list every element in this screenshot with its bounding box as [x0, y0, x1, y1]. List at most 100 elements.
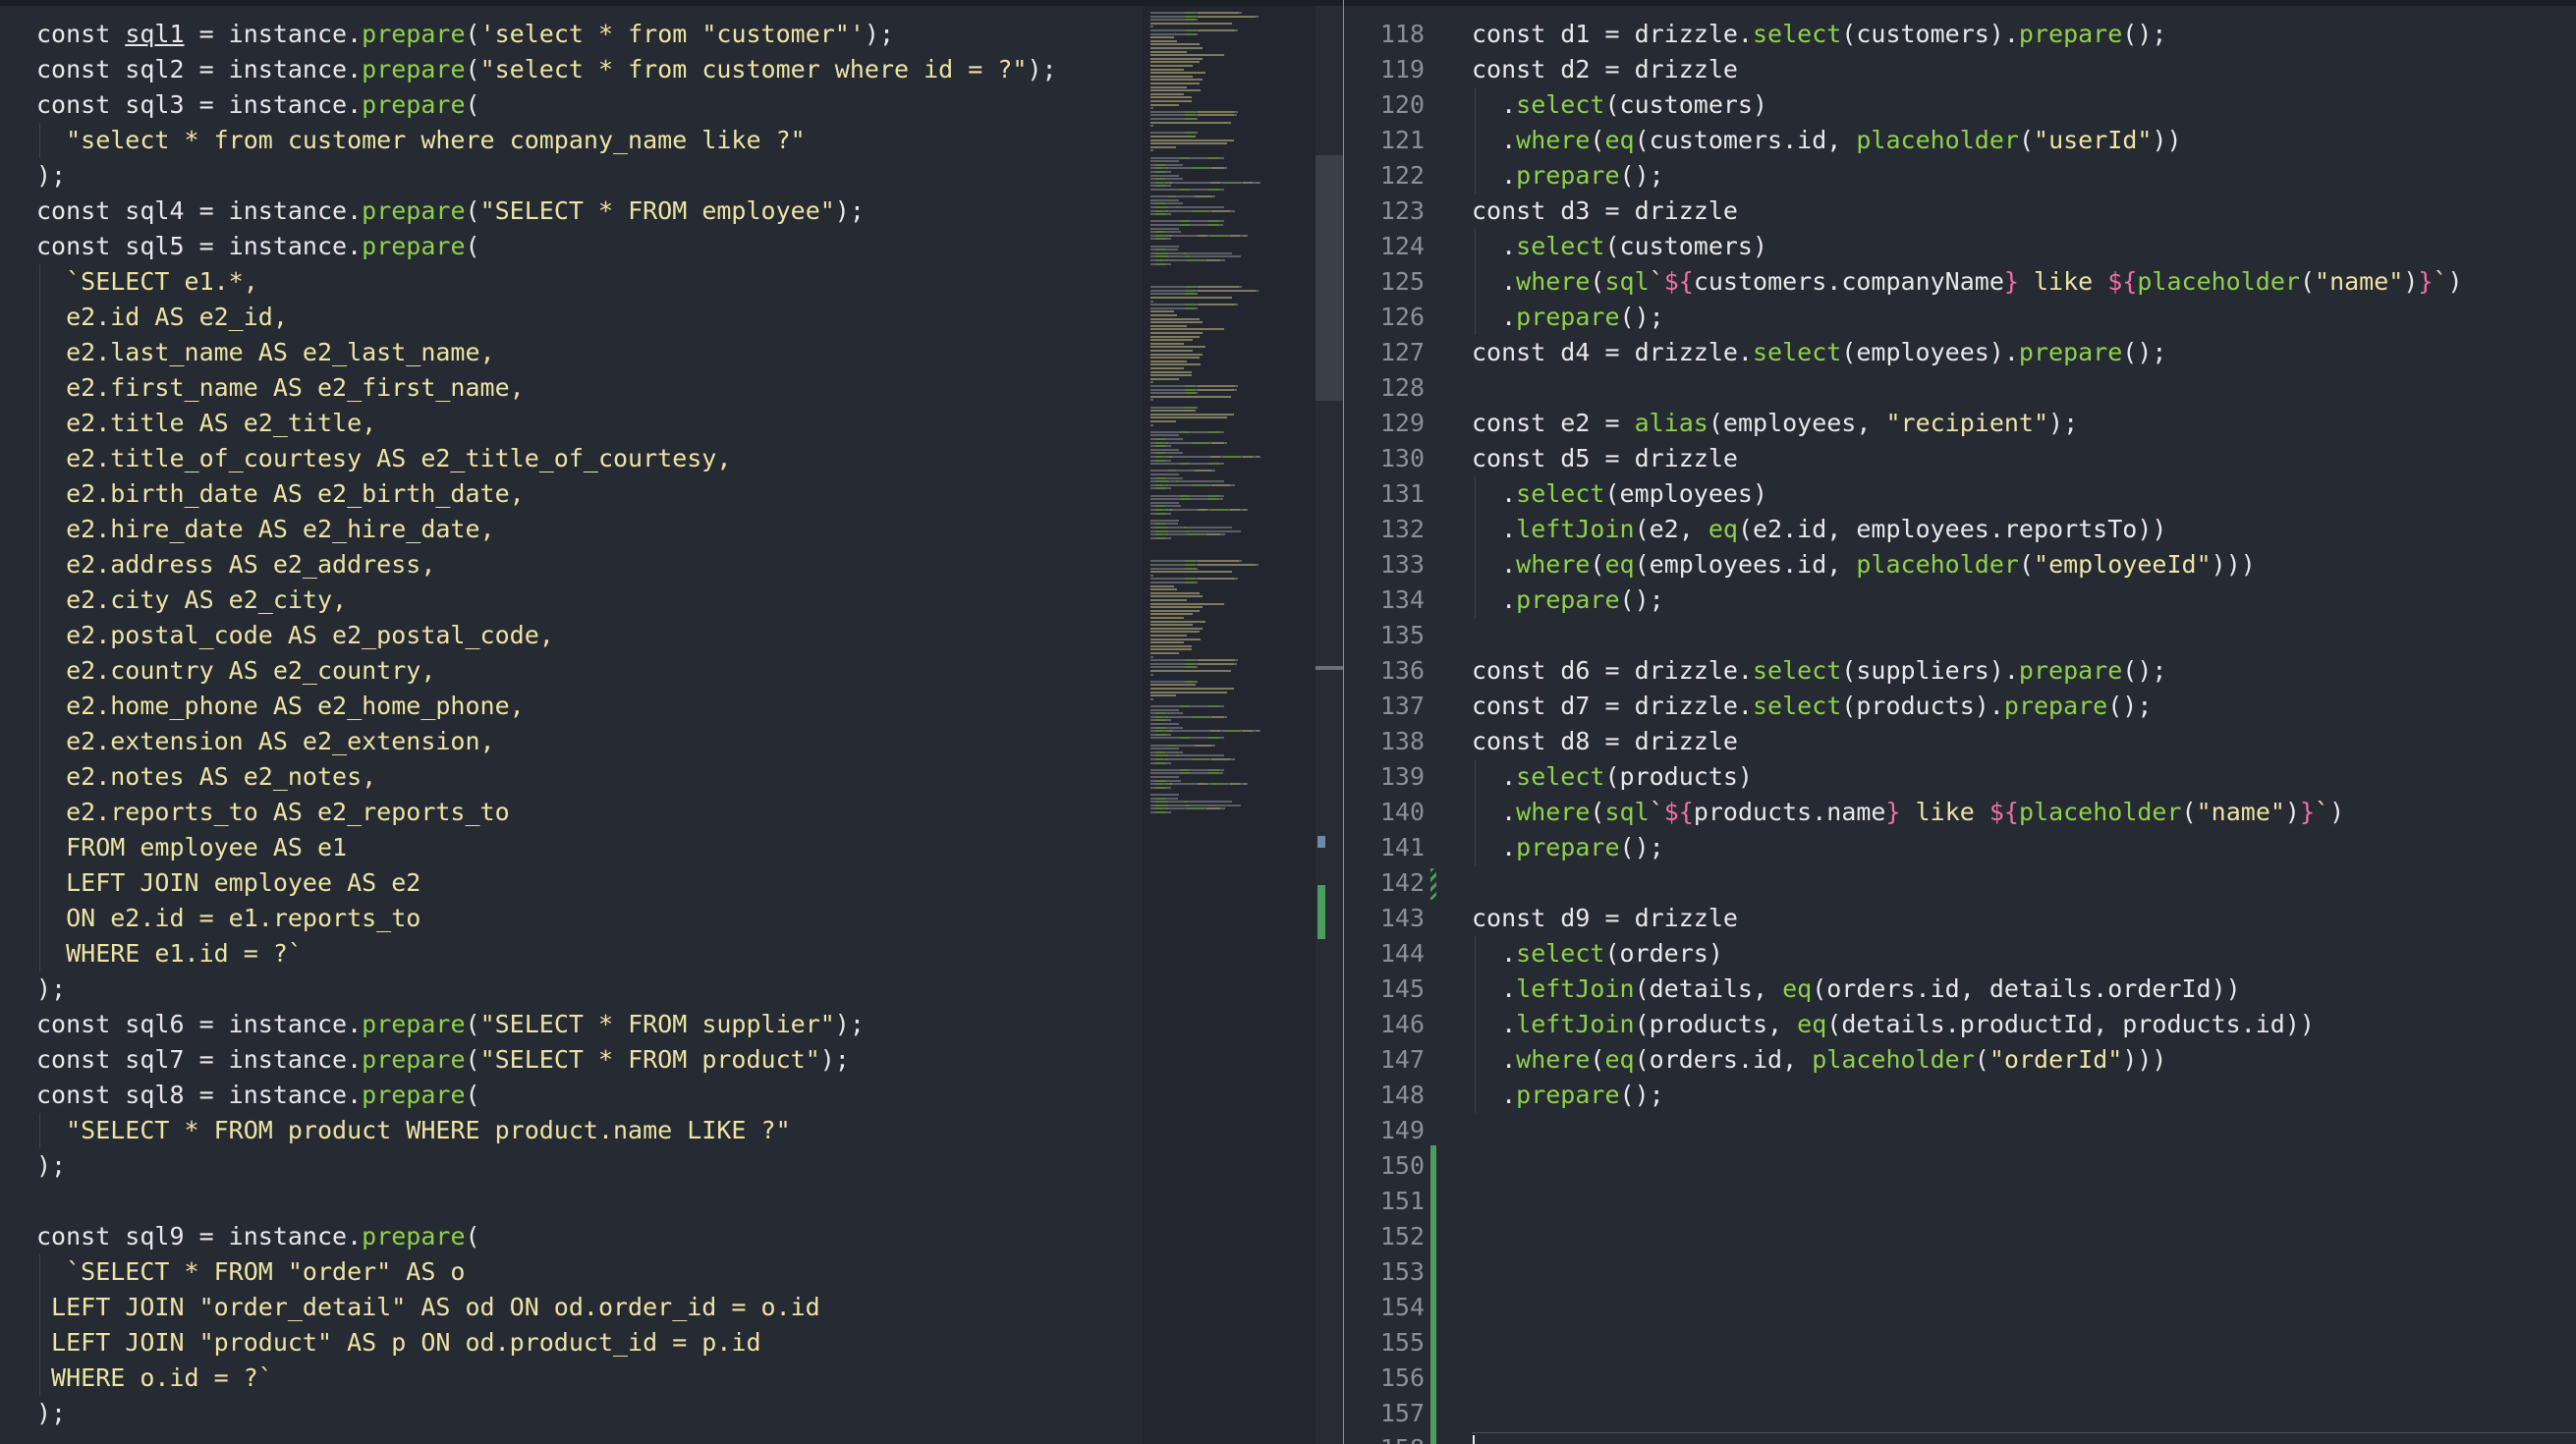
line-number[interactable]: 145: [1344, 972, 1425, 1007]
line-number[interactable]: 132: [1344, 512, 1425, 547]
code-line[interactable]: .where(sql`${customers.companyName} like…: [1472, 264, 2462, 300]
line-number[interactable]: 154: [1344, 1290, 1425, 1325]
line-number[interactable]: 151: [1344, 1184, 1425, 1219]
code-line[interactable]: const d3 = drizzle: [1472, 194, 1738, 229]
code-line[interactable]: `SELECT e1.*,: [36, 264, 258, 300]
code-line[interactable]: e2.first_name AS e2_first_name,: [36, 370, 525, 406]
line-number[interactable]: 144: [1344, 936, 1425, 972]
code-line[interactable]: .where(eq(customers.id, placeholder("use…: [1472, 123, 2181, 158]
line-number[interactable]: 146: [1344, 1007, 1425, 1042]
code-line[interactable]: .prepare();: [1472, 583, 1664, 618]
line-number[interactable]: 140: [1344, 795, 1425, 830]
code-line[interactable]: "SELECT * FROM product WHERE product.nam…: [36, 1113, 791, 1148]
line-number[interactable]: 123: [1344, 194, 1425, 229]
code-line[interactable]: .prepare();: [1472, 1078, 1664, 1113]
code-line[interactable]: .select(customers): [1472, 229, 1767, 264]
code-line[interactable]: WHERE o.id = ?`: [36, 1361, 273, 1396]
minimap[interactable]: [1143, 0, 1316, 1444]
code-line[interactable]: const d1 = drizzle.select(customers).pre…: [1472, 17, 2166, 52]
code-line[interactable]: e2.extension AS e2_extension,: [36, 724, 495, 759]
code-line[interactable]: const sql1 = instance.prepare('select * …: [36, 17, 894, 52]
line-number[interactable]: 130: [1344, 441, 1425, 476]
code-line[interactable]: const e2 = alias(employees, "recipient")…: [1472, 406, 2078, 441]
vertical-scrollbar[interactable]: [1316, 0, 1343, 1444]
line-number[interactable]: 149: [1344, 1113, 1425, 1148]
line-number[interactable]: 141: [1344, 830, 1425, 865]
code-line[interactable]: const d7 = drizzle.select(products).prep…: [1472, 689, 2152, 724]
code-line[interactable]: const sql2 = instance.prepare("select * …: [36, 52, 1057, 87]
line-number[interactable]: 125: [1344, 264, 1425, 300]
code-line[interactable]: const sql8 = instance.prepare(: [36, 1078, 480, 1113]
line-number[interactable]: 138: [1344, 724, 1425, 759]
code-line[interactable]: .where(eq(employees.id, placeholder("emp…: [1472, 547, 2256, 583]
code-line[interactable]: e2.address AS e2_address,: [36, 547, 435, 583]
code-line[interactable]: );: [36, 972, 66, 1007]
code-line[interactable]: e2.title AS e2_title,: [36, 406, 376, 441]
code-line[interactable]: LEFT JOIN "product" AS p ON od.product_i…: [36, 1325, 760, 1361]
code-line[interactable]: e2.last_name AS e2_last_name,: [36, 335, 495, 370]
line-number[interactable]: 127: [1344, 335, 1425, 370]
code-line[interactable]: .prepare();: [1472, 158, 1664, 194]
line-number[interactable]: 155: [1344, 1325, 1425, 1361]
code-line[interactable]: const d8 = drizzle: [1472, 724, 1738, 759]
line-number[interactable]: 118: [1344, 17, 1425, 52]
code-line[interactable]: ON e2.id = e1.reports_to: [36, 901, 420, 936]
line-number[interactable]: 126: [1344, 300, 1425, 335]
line-number[interactable]: 153: [1344, 1254, 1425, 1290]
line-number[interactable]: 121: [1344, 123, 1425, 158]
left-editor-pane[interactable]: const sql1 = instance.prepare('select * …: [0, 0, 1143, 1444]
code-line[interactable]: .select(employees): [1472, 476, 1767, 512]
line-number[interactable]: 122: [1344, 158, 1425, 194]
code-line[interactable]: const sql6 = instance.prepare("SELECT * …: [36, 1007, 865, 1042]
line-number[interactable]: 156: [1344, 1361, 1425, 1396]
code-line[interactable]: );: [36, 1396, 66, 1431]
code-line[interactable]: .leftJoin(e2, eq(e2.id, employees.report…: [1472, 512, 2166, 547]
line-number[interactable]: 152: [1344, 1219, 1425, 1254]
code-line[interactable]: const d4 = drizzle.select(employees).pre…: [1472, 335, 2166, 370]
code-line[interactable]: e2.reports_to AS e2_reports_to: [36, 795, 510, 830]
code-line[interactable]: e2.notes AS e2_notes,: [36, 759, 376, 795]
code-line[interactable]: FROM employee AS e1: [36, 830, 347, 865]
code-line[interactable]: LEFT JOIN employee AS e2: [36, 865, 420, 901]
line-number[interactable]: 124: [1344, 229, 1425, 264]
code-line[interactable]: .where(eq(orders.id, placeholder("orderI…: [1472, 1042, 2166, 1078]
line-number[interactable]: 133: [1344, 547, 1425, 583]
line-number[interactable]: 119: [1344, 52, 1425, 87]
line-number[interactable]: 134: [1344, 583, 1425, 618]
code-line[interactable]: const sql3 = instance.prepare(: [36, 87, 480, 123]
line-number[interactable]: 139: [1344, 759, 1425, 795]
code-line[interactable]: .leftJoin(products, eq(details.productId…: [1472, 1007, 2315, 1042]
code-line[interactable]: const sql9 = instance.prepare(: [36, 1219, 480, 1254]
code-line[interactable]: .prepare();: [1472, 300, 1664, 335]
code-line[interactable]: const sql7 = instance.prepare("SELECT * …: [36, 1042, 850, 1078]
code-line[interactable]: e2.postal_code AS e2_postal_code,: [36, 618, 554, 653]
line-number[interactable]: 142: [1344, 865, 1425, 901]
code-line[interactable]: .select(products): [1472, 759, 1753, 795]
line-number[interactable]: 143: [1344, 901, 1425, 936]
line-number[interactable]: 157: [1344, 1396, 1425, 1431]
line-number[interactable]: 148: [1344, 1078, 1425, 1113]
line-number[interactable]: 136: [1344, 653, 1425, 689]
code-line[interactable]: "select * from customer where company_na…: [36, 123, 806, 158]
code-line[interactable]: const d5 = drizzle: [1472, 441, 1738, 476]
line-number[interactable]: 147: [1344, 1042, 1425, 1078]
code-line[interactable]: const d9 = drizzle: [1472, 901, 1738, 936]
code-line[interactable]: e2.city AS e2_city,: [36, 583, 347, 618]
scrollbar-thumb[interactable]: [1316, 155, 1343, 401]
code-line[interactable]: e2.id AS e2_id,: [36, 300, 288, 335]
code-line[interactable]: const sql5 = instance.prepare(: [36, 229, 480, 264]
code-line[interactable]: .prepare();: [1472, 830, 1664, 865]
code-line[interactable]: e2.hire_date AS e2_hire_date,: [36, 512, 495, 547]
code-line[interactable]: e2.title_of_courtesy AS e2_title_of_cour…: [36, 441, 731, 476]
code-line[interactable]: e2.country AS e2_country,: [36, 653, 435, 689]
code-line[interactable]: e2.birth_date AS e2_birth_date,: [36, 476, 525, 512]
code-line[interactable]: .leftJoin(details, eq(orders.id, details…: [1472, 972, 2241, 1007]
line-number[interactable]: 120: [1344, 87, 1425, 123]
right-editor-pane[interactable]: 118 119 120 121 122 123 124 125 126 127 128 129 130 1…: [1344, 0, 2576, 1444]
code-line[interactable]: );: [36, 1148, 66, 1184]
code-line[interactable]: .where(sql`${products.name} like ${place…: [1472, 795, 2344, 830]
code-line[interactable]: );: [36, 158, 66, 194]
code-line[interactable]: WHERE e1.id = ?`: [36, 936, 303, 972]
code-line[interactable]: const d6 = drizzle.select(suppliers).pre…: [1472, 653, 2166, 689]
line-number[interactable]: 137: [1344, 689, 1425, 724]
